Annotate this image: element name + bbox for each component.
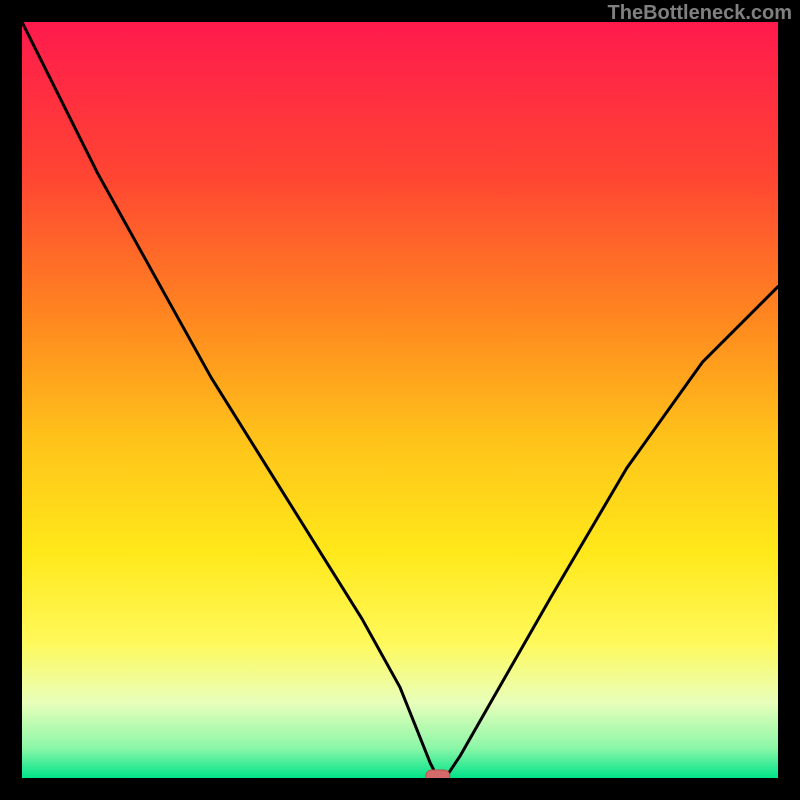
watermark-text: TheBottleneck.com (608, 2, 792, 25)
chart-frame: TheBottleneck.com (0, 0, 800, 800)
optimum-marker (426, 770, 450, 778)
plot-area (22, 22, 778, 778)
gradient-background (22, 22, 778, 778)
bottleneck-chart (22, 22, 778, 778)
